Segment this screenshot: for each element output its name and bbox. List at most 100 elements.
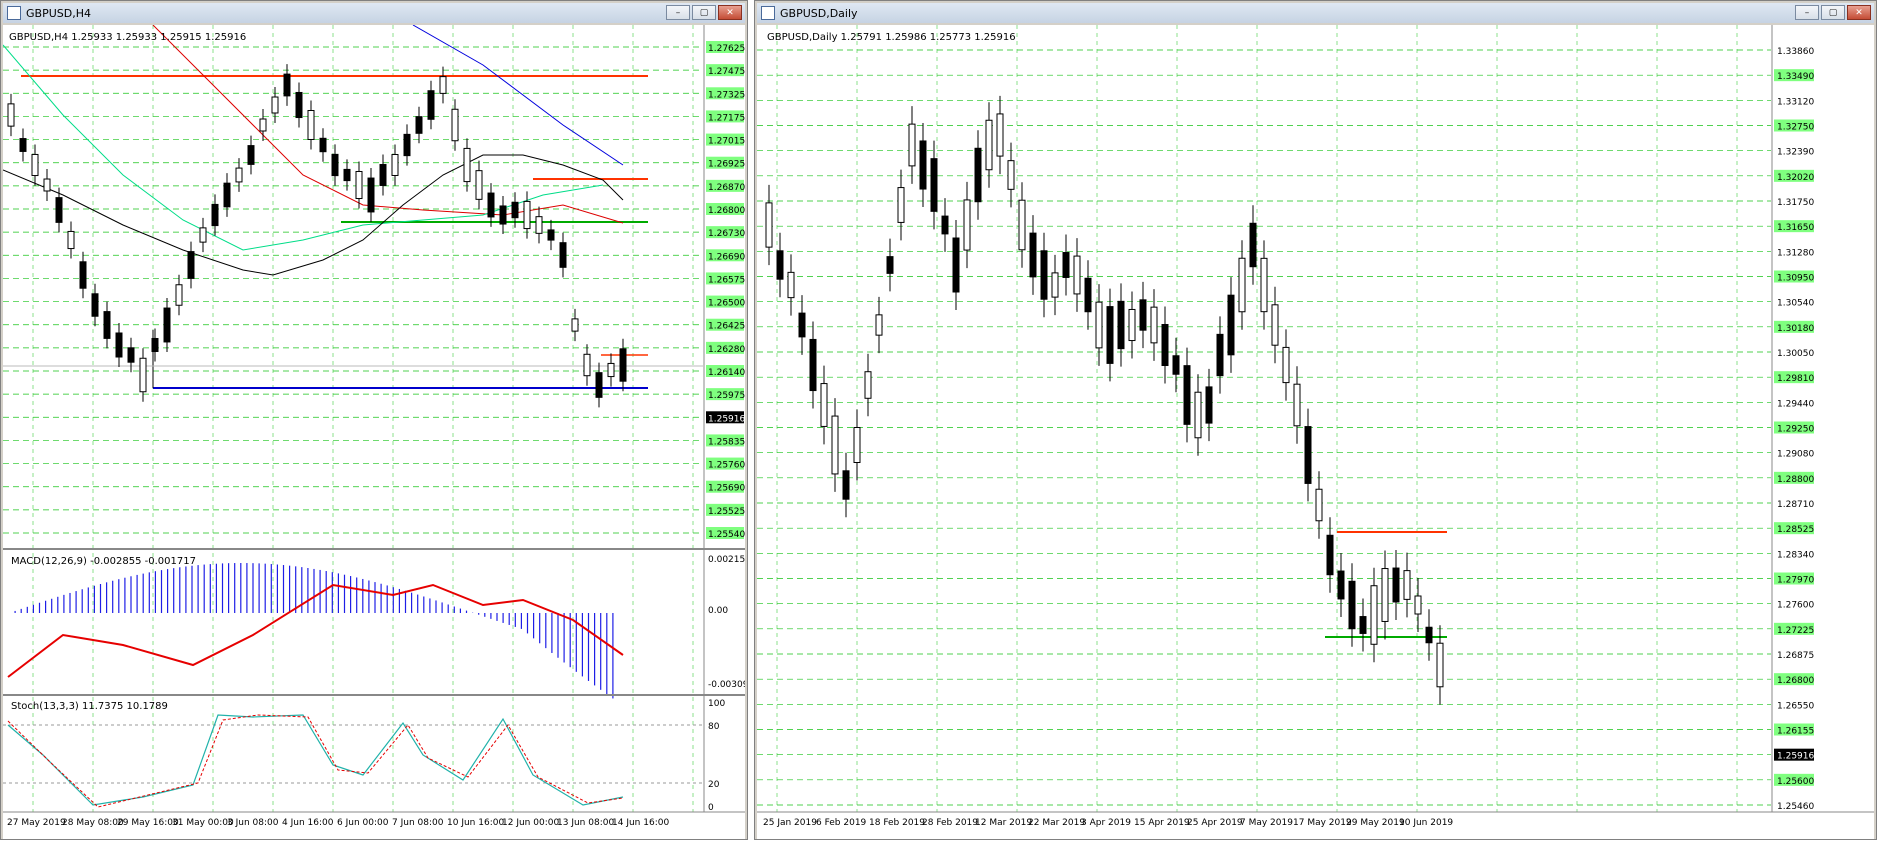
price-label: 1.29250: [1777, 425, 1814, 435]
price-label: 1.27175: [708, 113, 745, 123]
candle-body: [919, 140, 927, 190]
price-label: 1.28710: [1777, 500, 1814, 510]
time-axis-label: 14 Jun 16:00: [612, 818, 669, 828]
price-label: 1.25525: [708, 507, 745, 517]
candle-body: [79, 261, 87, 289]
candle-body: [886, 256, 894, 274]
time-axis-label: 6 Feb 2019: [816, 818, 867, 828]
candle-body: [930, 158, 938, 212]
candle-body: [963, 199, 971, 251]
h4-symbol-header: GBPUSD,H4 1.25933 1.25933 1.25915 1.2591…: [9, 32, 246, 43]
candle-body: [1106, 306, 1114, 364]
candle-body: [1326, 534, 1334, 576]
candle-body: [607, 362, 615, 378]
maximize-button[interactable]: ▢: [1821, 5, 1845, 20]
price-label: 1.26800: [708, 206, 745, 216]
minimize-button[interactable]: –: [1795, 5, 1819, 20]
candle-body: [283, 73, 291, 97]
candle-body: [864, 371, 872, 399]
candle-body: [798, 312, 806, 338]
candle-body: [1359, 616, 1367, 634]
candle-body: [547, 229, 555, 241]
stoch-indicator-label: Stoch(13,3,3) 11.7375 10.1789: [11, 701, 168, 712]
time-axis-label: 3 Jun 08:00: [227, 818, 279, 828]
price-label: 1.27475: [708, 67, 745, 77]
candle-body: [1293, 383, 1301, 427]
chart-window-icon: [761, 6, 775, 20]
candle-body: [535, 216, 543, 234]
price-label: 1.27970: [1777, 576, 1814, 586]
candle-body: [187, 251, 195, 279]
candle-body: [1249, 222, 1257, 268]
candle-body: [487, 192, 495, 218]
candle-body: [259, 118, 267, 132]
time-axis-label: 28 Feb 2019: [922, 818, 978, 828]
candle-body: [1007, 160, 1015, 190]
macd-indicator-label: MACD(12,26,9) -0.002855 -0.001717: [11, 556, 196, 567]
time-axis-label: 10 Jun 16:00: [447, 818, 504, 828]
stoch-scale-100: 100: [708, 699, 725, 709]
candle-body: [163, 307, 171, 343]
h4-chart-canvas[interactable]: 1.27625 1.27475 1.27325 1.27175 1.27015 1.269…: [2, 24, 754, 839]
candle-body: [1370, 585, 1378, 645]
candle-body: [941, 215, 949, 235]
candle-body: [619, 348, 627, 382]
price-label: 1.28340: [1777, 550, 1814, 560]
time-axis-label: 12 Jun 00:00: [502, 818, 559, 828]
candle-body: [151, 337, 159, 353]
candle-body: [787, 271, 795, 299]
macd-scale-bottom: -0.003093: [708, 680, 745, 690]
daily-chart-area[interactable]: 1.33860 1.33490 1.33120 1.32750 1.32390 1.320…: [757, 25, 1874, 839]
price-label: 1.25916: [1777, 752, 1814, 762]
time-axis-label: 17 May 2019: [1293, 818, 1352, 828]
h4-chart-area[interactable]: 1.27625 1.27475 1.27325 1.27175 1.27015 1.269…: [2, 24, 754, 839]
candle-body: [391, 154, 399, 176]
price-label: 1.26800: [1777, 676, 1814, 686]
price-label: 1.25690: [708, 484, 745, 494]
close-button[interactable]: ✕: [1847, 5, 1871, 20]
candle-body: [1304, 426, 1312, 484]
candle-body: [127, 347, 135, 363]
price-label: 1.27325: [708, 90, 745, 100]
candle-body: [897, 187, 905, 223]
candle-body: [415, 116, 423, 134]
candle-body: [952, 237, 960, 293]
daily-window-titlebar[interactable]: GBPUSD,Daily – ▢ ✕: [757, 3, 1874, 23]
minimize-button[interactable]: –: [666, 5, 690, 20]
maximize-button[interactable]: ▢: [692, 5, 716, 20]
candle-body: [427, 90, 435, 120]
candle-body: [1260, 257, 1268, 313]
candle-body: [1315, 488, 1323, 522]
time-axis-label: 29 May 2019: [1346, 818, 1405, 828]
stoch-signal-line: [7, 714, 624, 808]
macd-scale-top: 0.002152: [708, 555, 745, 565]
candle-body: [247, 145, 255, 165]
candle-body: [776, 250, 784, 280]
price-label: 1.26575: [708, 275, 745, 285]
price-label: 1.25975: [708, 391, 745, 401]
price-label: 1.25835: [708, 437, 745, 447]
price-label: 1.26870: [708, 183, 745, 193]
candle-body: [319, 137, 327, 153]
candle-body: [1425, 626, 1433, 644]
price-label: 1.27600: [1777, 601, 1814, 611]
h4-window-titlebar[interactable]: GBPUSD,H4 – ▢ ✕: [3, 3, 745, 23]
h4-window-title: GBPUSD,H4: [26, 6, 91, 20]
candle-body: [1183, 365, 1191, 425]
candle-body: [31, 153, 39, 177]
price-label: 1.25760: [708, 461, 745, 471]
price-label: 1.26690: [708, 252, 745, 262]
price-label: 1.26730: [708, 229, 745, 239]
time-axis-label: 28 May 08:00: [62, 818, 124, 828]
daily-chart-canvas[interactable]: 1.33860 1.33490 1.33120 1.32750 1.32390 1.320…: [757, 25, 1874, 839]
candle-body: [996, 113, 1004, 157]
stoch-scale-0: 0: [708, 803, 714, 813]
price-label: 1.25540: [708, 530, 745, 540]
candle-body: [511, 201, 519, 219]
candle-body: [1348, 580, 1356, 630]
price-label: 1.26155: [1777, 727, 1814, 737]
close-button[interactable]: ✕: [718, 5, 742, 20]
chart-window-icon: [7, 6, 21, 20]
candle-body: [831, 415, 839, 475]
stoch-main-line: [7, 714, 624, 806]
